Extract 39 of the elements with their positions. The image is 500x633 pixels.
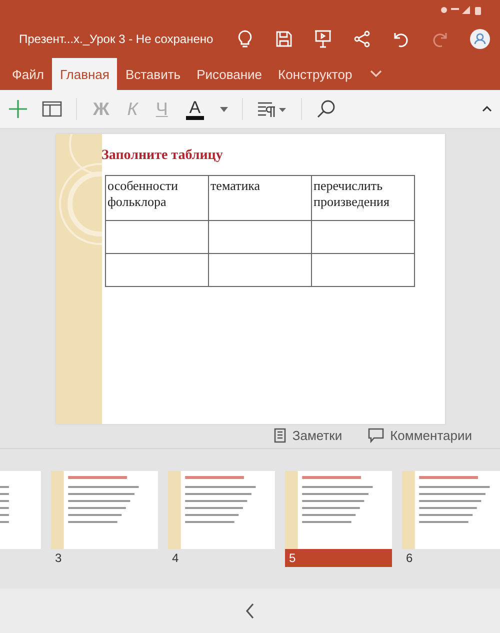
- document-title: Презент...х._Урок 3 - Не сохранено: [19, 32, 214, 46]
- slide-thumbnail[interactable]: [402, 471, 500, 549]
- notes-icon: [274, 428, 286, 442]
- chevron-up-icon[interactable]: [482, 106, 492, 112]
- avatar-icon[interactable]: [470, 29, 490, 49]
- slide-number: 6: [405, 550, 414, 567]
- slide-thumbnail[interactable]: [168, 471, 275, 549]
- plus-icon[interactable]: [8, 99, 28, 119]
- slide-number: 5: [285, 549, 392, 567]
- ribbon-tab[interactable]: Конструктор: [270, 58, 360, 90]
- share-icon[interactable]: [353, 30, 371, 48]
- back-icon[interactable]: [245, 603, 255, 619]
- ribbon-tab[interactable]: Главная: [52, 58, 118, 90]
- comment-icon: [368, 428, 384, 442]
- chevron-down-icon[interactable]: [370, 70, 382, 78]
- presentation-icon[interactable]: [314, 29, 332, 49]
- table-header-cell: особенности фольклора: [105, 176, 208, 220]
- status-icons: [440, 5, 484, 15]
- slide[interactable]: Заполните таблицу особенности фольклора тематика перечислить произведения: [56, 134, 444, 424]
- ribbon-tab[interactable]: Вставить: [117, 58, 189, 90]
- undo-icon[interactable]: [392, 30, 410, 48]
- ribbon-tab[interactable]: Рисование: [188, 58, 270, 90]
- slide-thumbnail[interactable]: [285, 471, 392, 549]
- table-header-cell: перечислить произведения: [311, 176, 414, 220]
- comments-button[interactable]: Комментарии: [362, 426, 478, 444]
- caret-icon[interactable]: [220, 106, 228, 112]
- font-color-button[interactable]: А: [184, 98, 206, 120]
- slide-title: Заполните таблицу: [102, 148, 224, 164]
- ribbon-tab[interactable]: Файл: [4, 58, 52, 90]
- paragraph-icon[interactable]: [256, 101, 287, 117]
- layout-icon[interactable]: [42, 101, 62, 117]
- table-header-cell: тематика: [208, 176, 311, 220]
- slide-thumbnail[interactable]: [51, 471, 158, 549]
- save-icon[interactable]: [275, 30, 293, 48]
- slide-number: 4: [171, 550, 180, 567]
- slide-number: 3: [54, 550, 63, 567]
- lightbulb-icon[interactable]: [236, 29, 254, 49]
- notes-button[interactable]: Заметки: [268, 426, 348, 444]
- search-icon[interactable]: [316, 99, 336, 119]
